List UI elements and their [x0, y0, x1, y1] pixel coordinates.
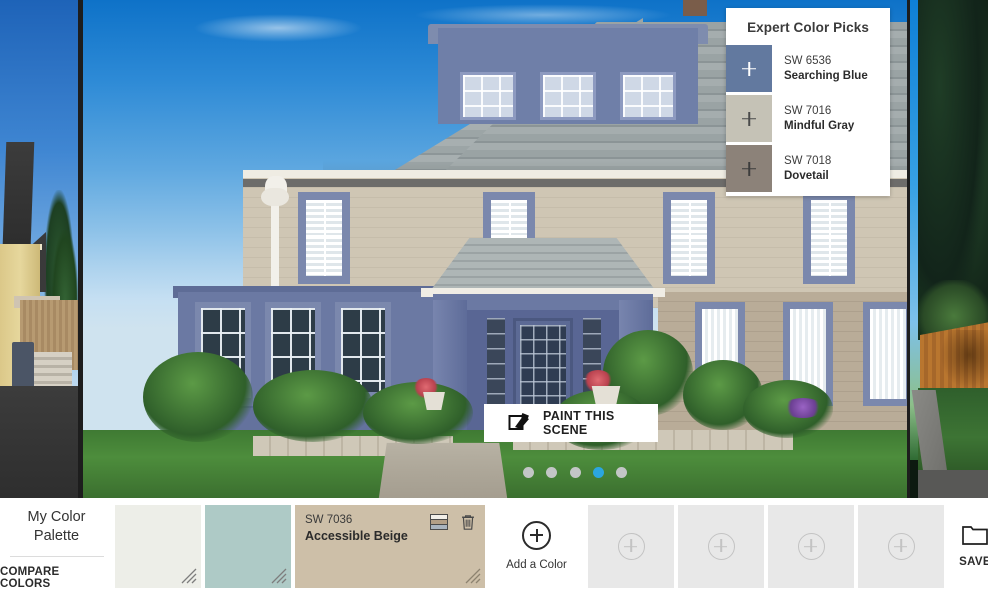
previous-scene-thumbnail[interactable] — [0, 0, 78, 498]
plus-circle-icon — [617, 533, 645, 560]
swatch-code: SW 7036 — [305, 514, 353, 526]
expert-pick-text: SW 7016 Mindful Gray — [772, 95, 854, 142]
expert-color-picks-panel: Expert Color Picks SW 6536 Searching Blu… — [726, 8, 890, 196]
resize-handle-icon[interactable] — [181, 568, 197, 584]
door-glass — [520, 325, 566, 411]
paint-this-scene-button[interactable]: PAINT THIS SCENE — [484, 404, 658, 442]
expert-panel-title: Expert Color Picks — [747, 20, 869, 35]
plus-circle-icon — [887, 533, 915, 560]
trash-icon[interactable] — [460, 514, 476, 531]
add-color-icon[interactable] — [738, 108, 760, 130]
plus-circle-icon — [797, 533, 825, 560]
plus-circle-icon — [707, 533, 735, 560]
expert-pick-name: Dovetail — [784, 169, 829, 182]
scene-carousel-dots[interactable] — [523, 464, 627, 480]
carousel-dot-1[interactable] — [523, 466, 534, 478]
strip-band-3 — [431, 525, 447, 529]
window-rail — [491, 234, 527, 238]
add-a-color-label: Add a Color — [506, 558, 567, 571]
steps — [34, 352, 72, 386]
scene-stage: PAINT THIS SCENE Expert Color Picks SW 6… — [0, 0, 988, 498]
empty-palette-slot[interactable] — [858, 505, 944, 588]
shrub — [253, 370, 373, 442]
window-rail — [811, 234, 847, 238]
expert-pick-code: SW 7016 — [784, 105, 832, 118]
color-strip-icon[interactable] — [430, 514, 448, 530]
expert-pick-text: SW 6536 Searching Blue — [772, 45, 868, 92]
window-mullion — [324, 200, 326, 276]
chimney — [683, 0, 707, 16]
first-floor-window — [863, 302, 907, 406]
palette-swatch-selected[interactable]: SW 7036 Accessible Beige — [295, 505, 485, 588]
second-floor-window — [803, 192, 855, 284]
second-floor-window — [663, 192, 715, 284]
dormer-window — [540, 72, 596, 120]
expert-pick-name: Mindful Gray — [784, 119, 855, 132]
folder-icon — [962, 523, 988, 550]
expert-pick-row[interactable]: SW 7018 Dovetail — [726, 145, 890, 192]
walkway — [378, 442, 508, 498]
sidewalk — [918, 470, 988, 498]
divider — [9, 555, 104, 557]
paint-roller-icon — [508, 411, 532, 435]
empty-palette-slot[interactable] — [588, 505, 674, 588]
driveway — [0, 386, 78, 498]
expert-pick-text: SW 7018 Dovetail — [772, 145, 831, 192]
swatch-actions — [430, 514, 476, 531]
resize-handle-icon[interactable] — [465, 568, 481, 584]
save-button[interactable]: SAVE — [946, 498, 988, 593]
dormer-window — [460, 72, 516, 120]
palette-title-line2: Palette — [33, 527, 80, 544]
window-rail — [671, 234, 707, 238]
palette-header: My Color Palette COMPARE COLORS — [0, 498, 113, 593]
shrub — [143, 352, 253, 442]
next-scene-thumbnail[interactable] — [910, 0, 988, 498]
paint-this-scene-label: PAINT THIS SCENE — [543, 409, 615, 437]
empty-palette-slot[interactable] — [678, 505, 764, 588]
trash-bin — [12, 342, 34, 388]
window-rail — [306, 234, 342, 238]
add-color-icon[interactable] — [738, 158, 760, 180]
palette-swatch[interactable] — [115, 505, 201, 588]
resize-handle-icon[interactable] — [271, 568, 287, 584]
carousel-dot-3[interactable] — [569, 466, 581, 478]
carousel-dot-2[interactable] — [546, 466, 558, 478]
dormer-window — [620, 72, 676, 120]
expert-pick-swatch[interactable] — [726, 95, 772, 142]
second-floor-window — [298, 192, 350, 284]
my-color-palette-bar: My Color Palette COMPARE COLORS SW 7036 … — [0, 498, 988, 593]
downspout-bell — [261, 188, 289, 206]
expert-pick-swatch[interactable] — [726, 45, 772, 92]
carousel-dot-5[interactable] — [616, 466, 627, 478]
flowers — [783, 398, 823, 418]
expert-pick-row[interactable]: SW 7016 Mindful Gray — [726, 95, 890, 142]
expert-pick-code: SW 7018 — [784, 155, 832, 168]
expert-pick-code: SW 6536 — [784, 55, 832, 68]
palette-title-line1: My Color — [27, 509, 86, 525]
palette-swatch[interactable] — [205, 505, 291, 588]
dormer — [438, 28, 698, 124]
window-mullion — [689, 200, 691, 276]
carousel-dot-4[interactable] — [592, 466, 604, 478]
add-color-icon[interactable] — [738, 58, 760, 80]
save-label: SAVE — [959, 556, 988, 568]
window-mullion — [829, 200, 831, 276]
cloud — [193, 14, 363, 42]
plus-circle-icon — [522, 520, 551, 550]
swatch-name: Accessible Beige — [305, 529, 408, 543]
expert-pick-swatch[interactable] — [726, 145, 772, 192]
add-a-color-button[interactable]: Add a Color — [487, 498, 586, 593]
palette-title: My Color Palette — [27, 508, 85, 546]
compare-colors-button[interactable]: COMPARE COLORS — [0, 566, 113, 590]
empty-palette-slot[interactable] — [768, 505, 854, 588]
expert-pick-name: Searching Blue — [784, 69, 868, 82]
expert-pick-row[interactable]: SW 6536 Searching Blue — [726, 45, 890, 92]
fence-shadow — [938, 330, 988, 392]
